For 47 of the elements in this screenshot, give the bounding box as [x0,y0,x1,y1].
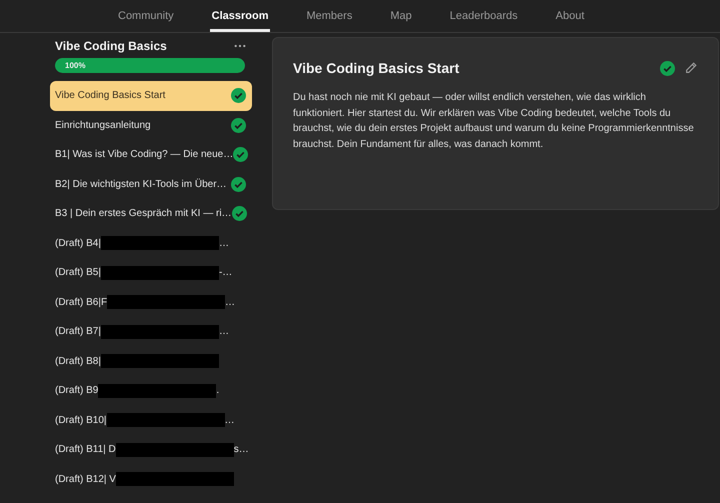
lesson-title: B2| Die wichtigsten KI-Tools im Über… [55,178,227,190]
nav-tab[interactable]: Members [304,0,354,32]
lesson-item[interactable]: Einrichtungsanleitung [50,110,252,140]
lesson-title-end: s… [234,444,249,456]
progress-fill: 100% [55,58,245,73]
lesson-title: (Draft) B7| [55,326,101,338]
lesson-title-end: -… [218,267,232,278]
lesson-item[interactable]: (Draft) B8| [50,346,252,376]
lesson-item[interactable]: (Draft) B6|F … [50,288,252,317]
lesson-item[interactable]: (Draft) B7| … [50,317,252,346]
lesson-title: (Draft) B12| V [55,474,116,485]
lesson-description: Du hast noch nie mit KI gebaut — oder willst endlich verstehen, wie das wirklich funktioniert. Hier startest du. Wir erklären was Vibe Coding bedeutet, welche Tools du brauchst, wie du dein erstes Projekt aufbaust und warum du keine Programmierkenntnisse brauchst. Dein Fundament für alles, was danach kommt. [293,91,695,152]
lesson-item[interactable]: B1| Was ist Vibe Coding? — Die neue… [50,140,252,170]
lesson-item[interactable]: Vibe Coding Basics Start [50,81,252,110]
lesson-title: B1| Was ist Vibe Coding? — Die neue… [55,149,234,160]
lesson-title-end: . [216,385,220,396]
lesson-item[interactable]: (Draft) B9 . [50,376,252,406]
lesson-item[interactable]: (Draft) B5| -… [50,258,252,288]
lesson-title-end: … [218,326,229,338]
lesson-item[interactable]: B2| Die wichtigsten KI-Tools im Über… [50,170,252,199]
lesson-title: (Draft) B11| D [55,444,116,456]
lesson-title: (Draft) B6|F [55,296,108,308]
lesson-title-end: … [224,414,234,426]
lesson-item[interactable]: (Draft) B4| … [50,228,252,258]
lesson-title: (Draft) B10| [55,414,106,426]
lesson-item[interactable]: B3 | Dein erstes Gespräch mit KI — ri… [50,199,252,228]
more-icon[interactable] [234,44,246,48]
lesson-title: (Draft) B8| [55,356,101,367]
nav-tab[interactable]: Map [388,0,414,32]
nav-tab[interactable]: Community [116,0,176,32]
lesson-title-end: … [218,238,229,249]
lesson-title: (Draft) B4| [55,238,101,249]
pencil-icon[interactable] [684,61,698,75]
lesson-item[interactable]: (Draft) B11| D s… [50,435,252,464]
nav-tab[interactable]: About [554,0,586,32]
lesson-item[interactable]: (Draft) B12| V [50,464,252,494]
nav-tab[interactable]: Classroom [210,0,270,32]
lesson-title: (Draft) B9 [55,385,98,396]
lesson-title: (Draft) B5| [55,267,101,278]
lesson-heading: Vibe Coding Basics Start [293,60,460,76]
lesson-title: B3 | Dein erstes Gespräch mit KI — ri… [55,208,232,220]
lesson-title-end: … [225,296,236,308]
lesson-title: Vibe Coding Basics Start [55,90,166,102]
nav-tab[interactable]: Leaderboards [448,0,520,32]
lesson-title: Einrichtungsanleitung [55,120,151,131]
lesson-item[interactable]: (Draft) B10| … [50,406,252,435]
course-title: Vibe Coding Basics [55,39,167,53]
